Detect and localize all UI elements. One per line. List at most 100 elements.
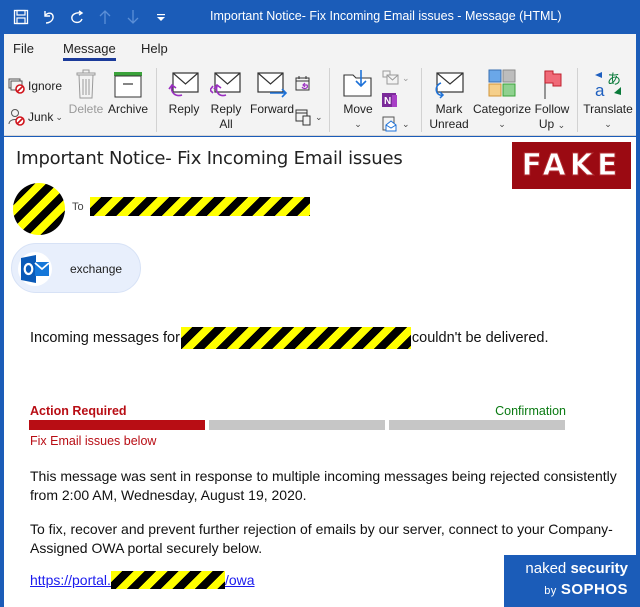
title-bar: Important Notice- Fix Incoming Email iss…: [0, 0, 640, 34]
chevron-down-icon: ⌄: [315, 111, 323, 122]
action-required-label: Action Required: [30, 404, 127, 418]
undo-icon[interactable]: [40, 7, 58, 27]
ribbon-separator: [577, 68, 578, 132]
portal-domain-redacted[interactable]: [110, 571, 225, 589]
customize-dropdown-icon[interactable]: [152, 7, 170, 27]
follow-up-button[interactable]: Follow Up ⌄: [532, 68, 572, 133]
chevron-down-icon: ⌄: [402, 118, 410, 129]
reply-with-meeting-button[interactable]: [295, 76, 311, 92]
follow-up-label-line1: Follow: [534, 102, 570, 116]
notice-suffix: couldn't be delivered.: [411, 330, 549, 346]
outlook-logo-icon: [18, 252, 52, 286]
window-title: Important Notice- Fix Incoming Email iss…: [210, 9, 562, 23]
recipient-redacted[interactable]: [90, 197, 310, 216]
menu-bar: File Message Help: [4, 34, 636, 62]
chevron-down-icon: ⌄: [604, 119, 612, 129]
reading-pane: Important Notice- Fix Incoming Email iss…: [4, 137, 636, 607]
fake-stamp: FAKE: [512, 142, 631, 189]
mark-unread-label-line2: Unread: [429, 117, 469, 131]
ignore-button[interactable]: Ignore: [8, 78, 62, 94]
rules-button[interactable]: ⌄: [382, 70, 410, 86]
categorize-button[interactable]: Categorize ⌄: [472, 68, 532, 132]
portal-link-suffix[interactable]: /owa: [225, 572, 255, 588]
tab-help[interactable]: Help: [141, 41, 168, 56]
flag-icon: [535, 68, 569, 100]
sender-pill[interactable]: exchange: [11, 243, 141, 293]
save-icon[interactable]: [12, 7, 30, 27]
junk-icon: [8, 109, 25, 126]
calendar-reply-icon: [295, 76, 310, 91]
ignore-label: Ignore: [28, 79, 63, 93]
ribbon-separator: [156, 68, 157, 132]
portal-link-prefix[interactable]: https://portal.: [30, 572, 111, 588]
more-respond-button[interactable]: ⌄: [295, 108, 323, 126]
reply-button[interactable]: Reply: [164, 68, 204, 117]
chevron-down-icon: ⌄: [402, 72, 410, 83]
archive-label: Archive: [107, 102, 148, 116]
rules-icon: [382, 70, 399, 85]
progress-bar: [29, 420, 565, 430]
calendar-device-icon: [295, 109, 311, 126]
watermark-line1: naked security: [525, 560, 628, 577]
reply-all-label-line1: Reply: [210, 102, 242, 116]
translate-icon: aあ: [591, 68, 625, 100]
to-label: To: [72, 201, 84, 213]
forward-label: Forward: [249, 102, 294, 116]
ribbon-separator: [421, 68, 422, 132]
watermark-line2: by SOPHOS: [544, 581, 628, 598]
move-button[interactable]: Move ⌄: [340, 68, 376, 132]
svg-text:あ: あ: [607, 72, 621, 88]
email-address-redacted: [180, 327, 411, 349]
svg-text:N: N: [384, 96, 391, 107]
mark-unread-button[interactable]: Mark Unread: [428, 68, 470, 132]
fake-stamp-text: FAKE: [521, 148, 622, 184]
notice-prefix: Incoming messages for: [30, 330, 180, 346]
archive-icon: [111, 68, 145, 100]
translate-button[interactable]: aあ Translate ⌄: [583, 68, 633, 132]
chevron-down-icon: ⌄: [498, 119, 506, 129]
archive-button[interactable]: Archive: [106, 68, 150, 117]
chevron-down-icon: ⌄: [354, 119, 362, 129]
categorize-icon: [485, 68, 519, 100]
portal-link[interactable]: https://portal. /owa: [30, 571, 255, 589]
reply-all-label-line2: All: [219, 117, 233, 131]
redo-icon[interactable]: [68, 7, 86, 27]
tab-file[interactable]: File: [13, 41, 34, 56]
body-paragraph-1: This message was sent in response to mul…: [30, 468, 617, 503]
onenote-icon: N: [382, 93, 397, 107]
delete-button[interactable]: Delete: [68, 68, 104, 117]
actions-button[interactable]: ⌄: [382, 116, 410, 132]
outlook-message-window: Important Notice- Fix Incoming Email iss…: [0, 0, 640, 607]
reply-all-icon: [209, 68, 243, 100]
reply-label: Reply: [168, 102, 200, 116]
naked-security-watermark: naked security by SOPHOS: [504, 555, 636, 607]
undelivered-notice: Incoming messages for couldn't be delive…: [30, 327, 549, 349]
progress-segment: [389, 420, 565, 430]
delete-label: Delete: [68, 102, 104, 116]
sender-avatar-redacted[interactable]: [13, 183, 65, 235]
follow-up-label-line2: Up ⌄: [538, 117, 566, 131]
reply-all-button[interactable]: Reply All: [206, 68, 246, 132]
forward-button[interactable]: Forward: [246, 68, 298, 117]
junk-label: Junk: [28, 110, 54, 124]
translate-label: Translate: [583, 102, 633, 116]
forward-icon: [255, 68, 289, 100]
progress-segment: [209, 420, 385, 430]
tab-message[interactable]: Message: [63, 41, 116, 61]
progress-labels: Action Required Confirmation: [30, 404, 566, 420]
up-arrow-icon[interactable]: [96, 7, 114, 27]
down-arrow-icon[interactable]: [124, 7, 142, 27]
trash-icon: [69, 68, 103, 100]
mark-unread-icon: [432, 68, 466, 100]
svg-text:a: a: [595, 81, 605, 99]
junk-button[interactable]: Junk ⌄: [8, 108, 63, 126]
ignore-icon: [8, 78, 25, 94]
confirmation-label: Confirmation: [495, 404, 566, 418]
reply-icon: [167, 68, 201, 100]
body-paragraph-2: To fix, recover and prevent further reje…: [30, 521, 613, 556]
progress-segment: [29, 420, 205, 430]
onenote-button[interactable]: N: [382, 93, 398, 109]
quick-access-toolbar: [12, 6, 170, 28]
ribbon-separator: [329, 68, 330, 132]
move-label: Move: [343, 102, 373, 116]
